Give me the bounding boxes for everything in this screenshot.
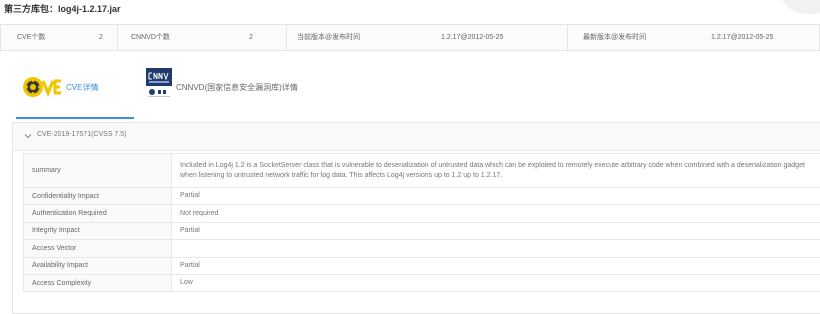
current-version-value: 1.2.17@2012-05-25 bbox=[441, 34, 504, 41]
table-row: Access Complexity Low bbox=[23, 273, 820, 293]
tab-cve-label: CVE详情 bbox=[66, 83, 99, 92]
table-row: Availability Impact Partial bbox=[23, 256, 820, 275]
current-version-label: 当前版本@发布时间 bbox=[297, 34, 361, 41]
cnnvd-count-label: CNNVD个数 bbox=[131, 34, 170, 41]
divider bbox=[117, 25, 118, 50]
table-row: Access Vector bbox=[23, 239, 820, 258]
page-title: 第三方库包：log4j-1.2.17.jar bbox=[4, 4, 121, 14]
cve-count-label: CVE个数 bbox=[17, 34, 46, 41]
detail-value: Partial bbox=[171, 256, 820, 275]
summary-bar: CVE个数 2 CNNVD个数 2 当前版本@发布时间 1.2.17@2012-… bbox=[0, 24, 820, 51]
latest-version-label: 最新版本@发布时间 bbox=[583, 34, 647, 41]
tab-cve-details[interactable]: CVE详情 bbox=[16, 62, 134, 119]
cve-logo-icon bbox=[23, 77, 61, 98]
table-row: summary Included in Log4j 1.2 is a Socke… bbox=[23, 153, 820, 188]
detail-key: Availability Impact bbox=[23, 256, 172, 275]
vulnerability-panel: CVE-2019-17571(CVSS 7.5) summary Include… bbox=[12, 122, 820, 314]
vulnerability-title: CVE-2019-17571(CVSS 7.5) bbox=[37, 131, 127, 138]
tab-cnnvd-label: CNNVD(国家信息安全漏洞库)详情 bbox=[176, 83, 298, 92]
chevron-down-icon bbox=[24, 134, 32, 139]
cnnvd-count-value: 2 bbox=[249, 34, 253, 41]
detail-value bbox=[171, 239, 820, 258]
detail-key: Confidentiality Impact bbox=[23, 186, 172, 206]
detail-value: Included in Log4j 1.2 is a SocketServer … bbox=[171, 153, 820, 188]
table-row: Integrity Impact Partial bbox=[23, 221, 820, 241]
tab-cnnvd-details[interactable]: CNNVD(国家信息安全漏洞库)详情 bbox=[140, 62, 340, 117]
cve-count-value: 2 bbox=[99, 34, 103, 41]
detail-key: Authentication Required bbox=[23, 204, 172, 223]
detail-value: Not required bbox=[171, 204, 820, 223]
vulnerability-details-table: summary Included in Log4j 1.2 is a Socke… bbox=[23, 153, 820, 293]
detail-key: Access Complexity bbox=[23, 273, 172, 293]
cnnvd-logo-icon bbox=[146, 68, 172, 97]
detail-key: Access Vector bbox=[23, 239, 172, 258]
detail-tabs: CVE详情 CNNVD(国家信息安全漏洞库)详情 bbox=[0, 62, 820, 119]
detail-key: summary bbox=[23, 153, 172, 188]
detail-value: Low bbox=[171, 273, 820, 293]
divider bbox=[286, 25, 287, 50]
corner-decoration bbox=[780, 0, 820, 14]
table-row: Authentication Required Not required bbox=[23, 204, 820, 223]
divider bbox=[567, 25, 568, 50]
table-row: Confidentiality Impact Partial bbox=[23, 186, 820, 206]
detail-value: Partial bbox=[171, 186, 820, 206]
detail-key: Integrity Impact bbox=[23, 221, 172, 241]
detail-value: Partial bbox=[171, 221, 820, 241]
latest-version-value: 1.2.17@2012-05-25 bbox=[711, 34, 774, 41]
vulnerability-accordion-header[interactable]: CVE-2019-17571(CVSS 7.5) bbox=[13, 123, 820, 151]
